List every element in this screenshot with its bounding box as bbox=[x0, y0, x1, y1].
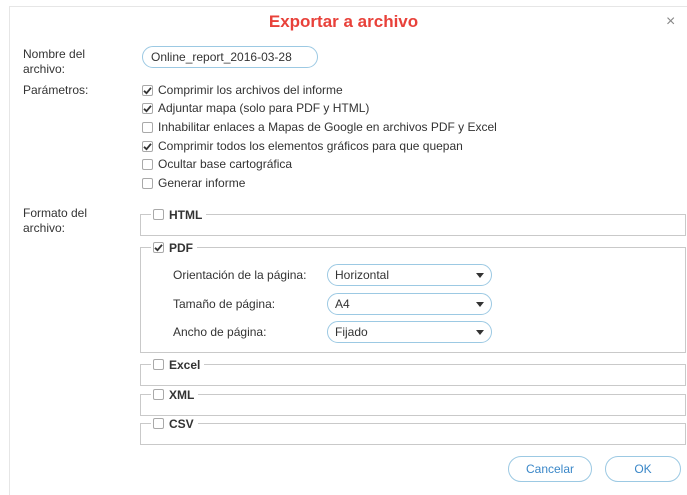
dialog-title: Exportar a archivo bbox=[268, 12, 419, 31]
format-csv-group: CSV bbox=[140, 416, 686, 445]
format-label: CSV bbox=[169, 416, 194, 431]
orientation-select[interactable]: Horizontal bbox=[327, 264, 492, 286]
page-width-label: Ancho de página: bbox=[173, 325, 267, 339]
option-label: Comprimir todos los elementos gráficos p… bbox=[158, 139, 463, 153]
check-icon bbox=[143, 86, 152, 95]
option-label: Ocultar base cartográfica bbox=[158, 157, 293, 171]
checkbox[interactable] bbox=[153, 209, 164, 220]
page-size-select[interactable]: A4 bbox=[327, 293, 492, 315]
orientation-value: Horizontal bbox=[335, 268, 390, 282]
option-label: Generar informe bbox=[158, 176, 246, 190]
format-pdf-toggle[interactable]: PDF bbox=[151, 240, 197, 255]
checkbox[interactable] bbox=[142, 158, 153, 170]
format-label: HTML bbox=[169, 207, 203, 222]
file-format-label: Formato del archivo: bbox=[23, 206, 88, 235]
option-label: Inhabilitar enlaces a Mapas de Google en… bbox=[158, 120, 497, 134]
option-label: Comprimir los archivos del informe bbox=[158, 83, 343, 97]
page-width-value: Fijado bbox=[335, 325, 368, 339]
pdf-page-size-row: Tamaño de página: bbox=[173, 293, 275, 315]
close-icon[interactable]: × bbox=[666, 14, 675, 30]
format-excel-toggle[interactable]: Excel bbox=[151, 357, 205, 372]
checkbox[interactable] bbox=[153, 242, 164, 253]
chevron-down-icon bbox=[476, 330, 484, 335]
file-name-input[interactable] bbox=[142, 46, 318, 68]
chevron-down-icon bbox=[476, 273, 484, 278]
checkbox[interactable] bbox=[142, 102, 153, 114]
option-compress-files[interactable]: Comprimir los archivos del informe bbox=[142, 82, 343, 98]
orientation-label: Orientación de la página: bbox=[173, 268, 307, 282]
checkbox[interactable] bbox=[142, 121, 153, 133]
option-hide-basemap[interactable]: Ocultar base cartográfica bbox=[142, 156, 292, 172]
chevron-down-icon bbox=[476, 302, 484, 307]
option-generate-report[interactable]: Generar informe bbox=[142, 175, 245, 191]
check-icon bbox=[143, 104, 152, 113]
checkbox[interactable] bbox=[142, 140, 153, 152]
format-xml-toggle[interactable]: XML bbox=[151, 387, 199, 402]
page-size-value: A4 bbox=[335, 297, 350, 311]
parameters-label: Parámetros: bbox=[23, 83, 89, 97]
ok-button[interactable]: OK bbox=[605, 456, 681, 482]
check-icon bbox=[143, 142, 152, 151]
pdf-orientation-row: Orientación de la página: bbox=[173, 264, 306, 286]
cancel-button[interactable]: Cancelar bbox=[508, 456, 592, 482]
check-icon bbox=[154, 244, 163, 252]
checkbox[interactable] bbox=[153, 359, 164, 370]
format-xml-group: XML bbox=[140, 387, 686, 416]
format-excel-group: Excel bbox=[140, 357, 686, 386]
checkbox[interactable] bbox=[153, 418, 164, 429]
format-html-toggle[interactable]: HTML bbox=[151, 207, 207, 222]
page-width-select[interactable]: Fijado bbox=[327, 321, 492, 343]
option-disable-google-links[interactable]: Inhabilitar enlaces a Mapas de Google en… bbox=[142, 119, 497, 135]
option-attach-map[interactable]: Adjuntar mapa (solo para PDF y HTML) bbox=[142, 100, 369, 116]
format-html-group: HTML bbox=[140, 207, 686, 236]
option-label: Adjuntar mapa (solo para PDF y HTML) bbox=[158, 101, 370, 115]
checkbox[interactable] bbox=[142, 84, 153, 96]
pdf-page-width-row: Ancho de página: bbox=[173, 321, 266, 343]
format-label: Excel bbox=[169, 357, 201, 372]
checkbox[interactable] bbox=[142, 177, 153, 189]
format-pdf-group: PDF Orientación de la página: Horizontal… bbox=[140, 240, 686, 353]
format-label: XML bbox=[169, 387, 195, 402]
option-compress-graphics[interactable]: Comprimir todos los elementos gráficos p… bbox=[142, 138, 463, 154]
page-size-label: Tamaño de página: bbox=[173, 297, 276, 311]
format-label: PDF bbox=[169, 240, 193, 255]
checkbox[interactable] bbox=[153, 389, 164, 400]
file-name-label: Nombre del archivo: bbox=[23, 47, 86, 76]
format-csv-toggle[interactable]: CSV bbox=[151, 416, 198, 431]
